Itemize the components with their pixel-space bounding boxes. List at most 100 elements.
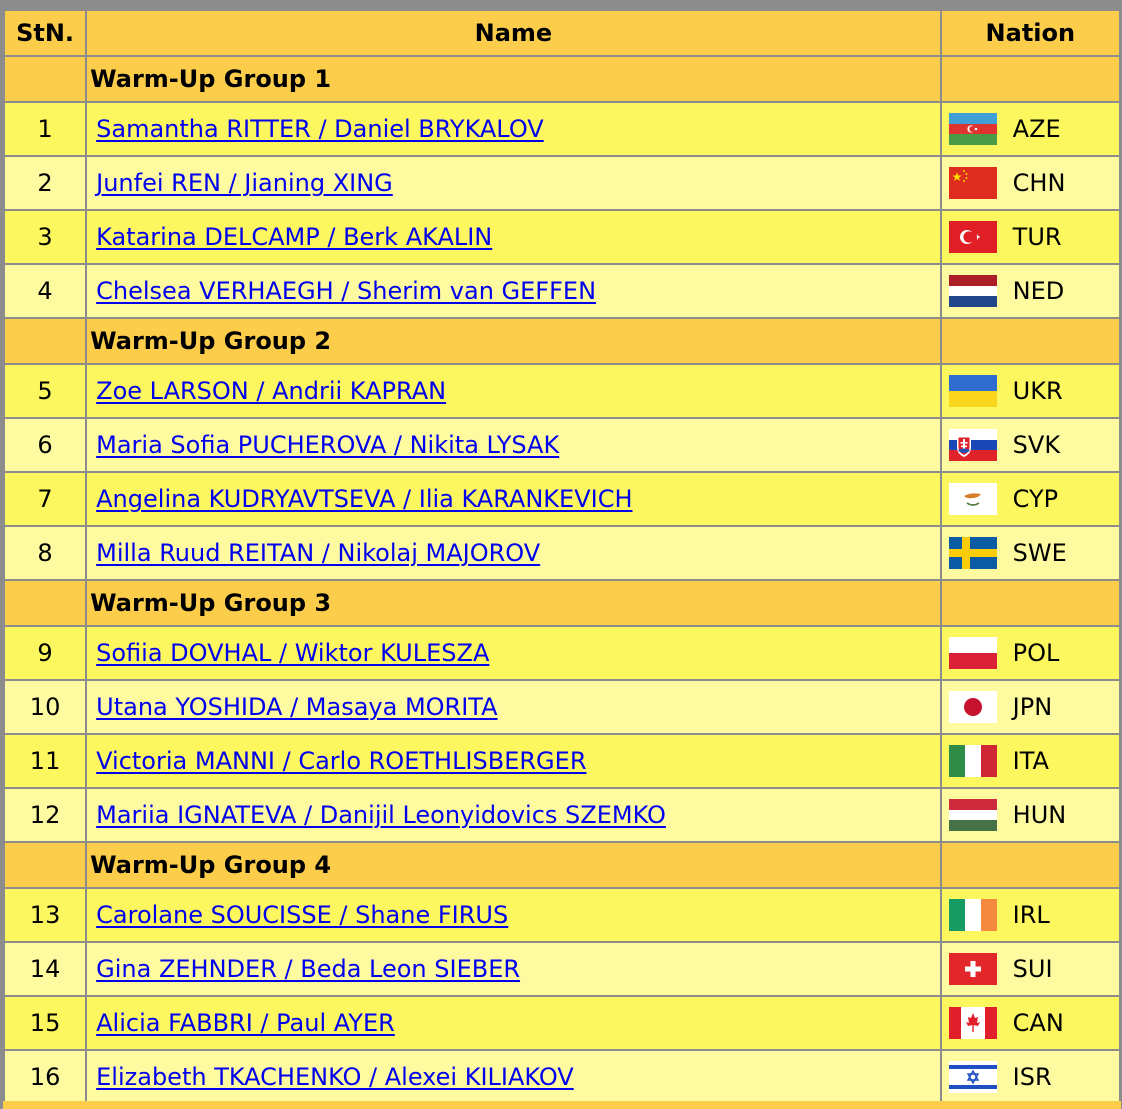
nation-code: CHN	[1012, 169, 1066, 197]
nation-cell: HUN	[941, 789, 1119, 841]
table-row: 9 Sofiia DOVHAL / Wiktor KULESZA POL	[5, 627, 1119, 679]
warm-up-group-row: Warm-Up Group 2	[5, 319, 1119, 363]
nation-code: SUI	[1012, 955, 1053, 983]
skater-name-link[interactable]: Zoe LARSON / Andrii KAPRAN	[96, 377, 446, 405]
starting-number: 1	[5, 103, 86, 155]
skater-name-cell: Chelsea VERHAEGH / Sherim van GEFFEN	[87, 265, 940, 317]
skater-name-cell: Sofiia DOVHAL / Wiktor KULESZA	[87, 627, 940, 679]
skater-name-cell: Maria Sofia PUCHEROVA / Nikita LYSAK	[87, 419, 940, 471]
starting-number: 15	[5, 997, 86, 1049]
name-column-header: Name	[87, 11, 940, 55]
skater-name-cell: Samantha RITTER / Daniel BRYKALOV	[87, 103, 940, 155]
warm-up-group-row: Warm-Up Group 4	[5, 843, 1119, 887]
skater-name-cell: Milla Ruud REITAN / Nikolaj MAJOROV	[87, 527, 940, 579]
table-row: 16 Elizabeth TKACHENKO / Alexei KILIAKOV I…	[5, 1051, 1119, 1103]
skater-name-link[interactable]: Angelina KUDRYAVTSEVA / Ilia KARANKEVICH	[96, 485, 632, 513]
nation-cell: TUR	[941, 211, 1119, 263]
nation-cell: IRL	[941, 889, 1119, 941]
table-row: 5 Zoe LARSON / Andrii KAPRAN UKR	[5, 365, 1119, 417]
skater-name-link[interactable]: Junfei REN / Jianing XING	[96, 169, 393, 197]
skater-name-cell: Zoe LARSON / Andrii KAPRAN	[87, 365, 940, 417]
switzerland-flag-icon	[948, 953, 997, 985]
canada-flag-icon	[948, 1007, 997, 1039]
nation-cell: SWE	[941, 527, 1119, 579]
skater-name-link[interactable]: Alicia FABBRI / Paul AYER	[96, 1009, 395, 1037]
starting-number: 3	[5, 211, 86, 263]
page: StN. Name Nation Warm-Up Group 1 1 Samanth…	[0, 0, 1122, 1109]
skater-name-link[interactable]: Victoria MANNI / Carlo ROETHLISBERGER	[96, 747, 586, 775]
nation-code: NED	[1012, 277, 1065, 305]
skater-name-link[interactable]: Mariia IGNATEVA / Danijil Leonyidovics S…	[96, 801, 666, 829]
skater-name-link[interactable]: Milla Ruud REITAN / Nikolaj MAJOROV	[96, 539, 540, 567]
skater-name-link[interactable]: Katarina DELCAMP / Berk AKALIN	[96, 223, 492, 251]
hungary-flag-icon	[948, 799, 997, 831]
starting-number: 9	[5, 627, 86, 679]
skater-name-link[interactable]: Carolane SOUCISSE / Shane FIRUS	[96, 901, 508, 929]
starting-number: 11	[5, 735, 86, 787]
nation-cell: SVK	[941, 419, 1119, 471]
table-row: 6 Maria Sofia PUCHEROVA / Nikita LYSAK SVK	[5, 419, 1119, 471]
skater-name-cell: Junfei REN / Jianing XING	[87, 157, 940, 209]
poland-flag-icon	[948, 637, 997, 669]
nation-code: JPN	[1012, 693, 1053, 721]
group-nation-cell	[941, 319, 1119, 363]
skater-name-cell: Katarina DELCAMP / Berk AKALIN	[87, 211, 940, 263]
starting-number: 7	[5, 473, 86, 525]
skater-name-link[interactable]: Gina ZEHNDER / Beda Leon SIEBER	[96, 955, 520, 983]
skater-name-cell: Alicia FABBRI / Paul AYER	[87, 997, 940, 1049]
skater-name-cell: Mariia IGNATEVA / Danijil Leonyidovics S…	[87, 789, 940, 841]
skater-name-link[interactable]: Maria Sofia PUCHEROVA / Nikita LYSAK	[96, 431, 559, 459]
ukraine-flag-icon	[948, 375, 997, 407]
nation-code: UKR	[1012, 377, 1063, 405]
nation-code: CYP	[1012, 485, 1059, 513]
nation-cell: ITA	[941, 735, 1119, 787]
nation-code: SWE	[1012, 539, 1067, 567]
table-header-row: StN. Name Nation	[5, 11, 1119, 55]
japan-flag-icon	[948, 691, 997, 723]
skater-name-cell: Gina ZEHNDER / Beda Leon SIEBER	[87, 943, 940, 995]
group-stn-cell	[5, 57, 86, 101]
nation-code: IRL	[1012, 901, 1050, 929]
nation-code: ITA	[1012, 747, 1049, 775]
starting-number: 6	[5, 419, 86, 471]
starting-number: 13	[5, 889, 86, 941]
starting-number: 14	[5, 943, 86, 995]
skater-name-cell: Carolane SOUCISSE / Shane FIRUS	[87, 889, 940, 941]
skater-name-cell: Angelina KUDRYAVTSEVA / Ilia KARANKEVICH	[87, 473, 940, 525]
skater-name-link[interactable]: Samantha RITTER / Daniel BRYKALOV	[96, 115, 544, 143]
starting-order-table: StN. Name Nation Warm-Up Group 1 1 Samanth…	[3, 9, 1121, 1105]
nation-code: ISR	[1012, 1063, 1052, 1091]
warm-up-group-row: Warm-Up Group 3	[5, 581, 1119, 625]
nation-cell: ISR	[941, 1051, 1119, 1103]
nation-code: CAN	[1012, 1009, 1064, 1037]
cyprus-flag-icon	[948, 483, 997, 515]
skater-name-link[interactable]: Elizabeth TKACHENKO / Alexei KILIAKOV	[96, 1063, 574, 1091]
starting-number: 5	[5, 365, 86, 417]
nation-cell: UKR	[941, 365, 1119, 417]
nation-code: SVK	[1012, 431, 1061, 459]
warm-up-group-row: Warm-Up Group 1	[5, 57, 1119, 101]
ireland-flag-icon	[948, 899, 997, 931]
starting-number: 4	[5, 265, 86, 317]
sweden-flag-icon	[948, 537, 997, 569]
table-row: 14 Gina ZEHNDER / Beda Leon SIEBER SUI	[5, 943, 1119, 995]
nation-column-header: Nation	[941, 11, 1119, 55]
skater-name-cell: Utana YOSHIDA / Masaya MORITA	[87, 681, 940, 733]
warm-up-group-label: Warm-Up Group 4	[87, 843, 940, 887]
nation-code: AZE	[1012, 115, 1061, 143]
warm-up-group-label: Warm-Up Group 3	[87, 581, 940, 625]
table-row: 7 Angelina KUDRYAVTSEVA / Ilia KARANKEVIC…	[5, 473, 1119, 525]
skater-name-cell: Elizabeth TKACHENKO / Alexei KILIAKOV	[87, 1051, 940, 1103]
skater-name-link[interactable]: Sofiia DOVHAL / Wiktor KULESZA	[96, 639, 489, 667]
skater-name-link[interactable]: Utana YOSHIDA / Masaya MORITA	[96, 693, 497, 721]
china-flag-icon	[948, 167, 997, 199]
table-row: 10 Utana YOSHIDA / Masaya MORITA JPN	[5, 681, 1119, 733]
table-row: 15 Alicia FABBRI / Paul AYER CAN	[5, 997, 1119, 1049]
skater-name-link[interactable]: Chelsea VERHAEGH / Sherim van GEFFEN	[96, 277, 596, 305]
nation-cell: CYP	[941, 473, 1119, 525]
starting-number: 12	[5, 789, 86, 841]
nation-code: TUR	[1012, 223, 1062, 251]
table-row: 3 Katarina DELCAMP / Berk AKALIN TUR	[5, 211, 1119, 263]
nation-cell: SUI	[941, 943, 1119, 995]
starting-number: 10	[5, 681, 86, 733]
